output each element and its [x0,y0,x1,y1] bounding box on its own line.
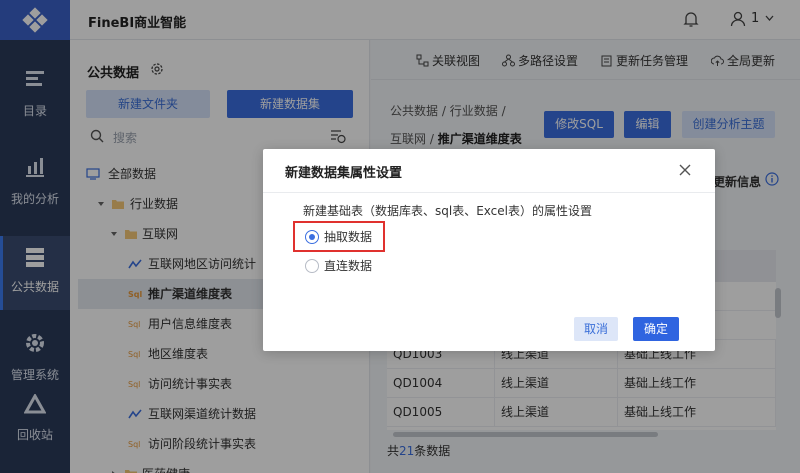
confirm-button[interactable]: 确定 [633,317,679,341]
radio-label: 抽取数据 [324,230,373,244]
radio-button[interactable] [305,259,319,273]
dialog-header: 新建数据集属性设置 [263,149,715,193]
dataset-properties-dialog: 新建数据集属性设置 新建基础表（数据库表、sql表、Excel表）的属性设置 抽… [263,149,715,351]
close-icon[interactable] [679,164,691,176]
dialog-title: 新建数据集属性设置 [285,166,403,181]
cancel-button[interactable]: 取消 [574,317,618,341]
radio-label: 直连数据 [324,259,373,273]
dialog-description: 新建基础表（数据库表、sql表、Excel表）的属性设置 [303,204,592,218]
radio-button-checked[interactable] [305,230,319,244]
